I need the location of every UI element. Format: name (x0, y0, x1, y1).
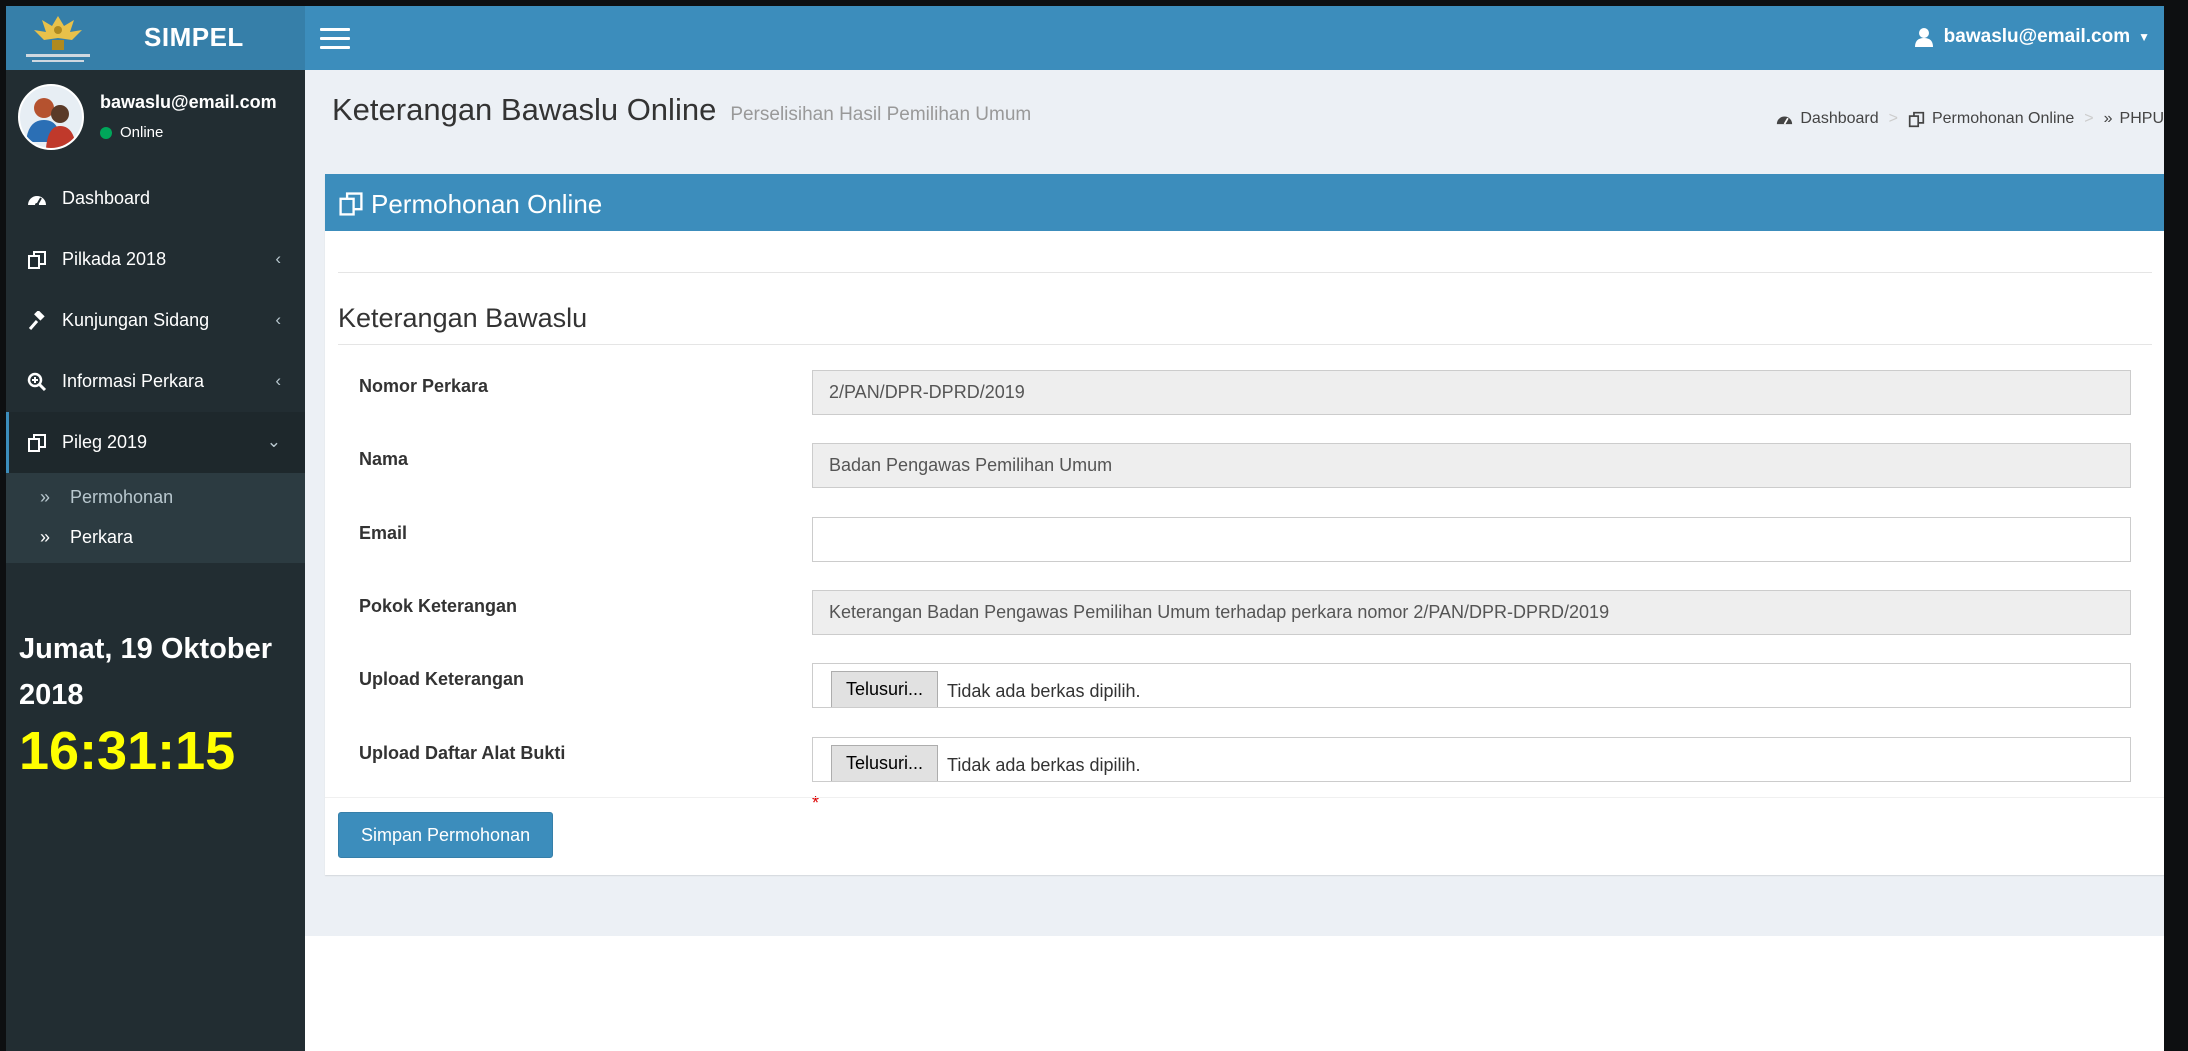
breadcrumb-separator: > (2084, 110, 2094, 127)
upload-bukti-field: Telusuri... Tidak ada berkas dipilih. (812, 737, 2131, 782)
sidebar-item-label: Informasi Perkara (62, 371, 205, 391)
nomor-perkara-field[interactable]: 2/PAN/DPR-DPRD/2019 (812, 370, 2131, 415)
file-status: Tidak ada berkas dipilih. (947, 681, 1141, 701)
sidebar-item-dashboard[interactable]: Dashboard (6, 168, 305, 229)
upload-keterangan-label: Upload Keterangan (359, 669, 525, 689)
chevron-left-icon: ‹ (275, 249, 281, 268)
submenu-item-label: Permohonan (70, 486, 174, 507)
pokok-keterangan-label: Pokok Keterangan (359, 596, 518, 616)
user-panel: bawaslu@email.com Online (6, 70, 305, 168)
box-title: Permohonan Online (371, 188, 603, 219)
sidebar: bawaslu@email.com Online Dashboard Pilka… (6, 70, 305, 1051)
pileg-submenu: » Permohonan » Perkara (6, 473, 305, 563)
box-footer: Simpan Permohonan (325, 797, 2164, 858)
user-menu-label: bawaslu@email.com (1943, 26, 2131, 47)
user-icon (1914, 28, 1933, 47)
current-date: Jumat, 19 Oktober 2018 (19, 633, 273, 711)
sidebar-item-informasi-perkara[interactable]: Informasi Perkara ‹ (6, 351, 305, 412)
breadcrumb-permohonan-online[interactable]: Permohonan Online (1908, 110, 2074, 128)
form-row-nama: Nama Badan Pengawas Pemilihan Umum (359, 443, 2131, 491)
breadcrumb: Dashboard > Permohonan Online > » PHPU (1776, 110, 2164, 128)
upload-keterangan-field: Telusuri... Tidak ada berkas dipilih. (812, 663, 2131, 708)
browse-button[interactable]: Telusuri... (831, 745, 939, 781)
pokok-keterangan-field[interactable]: Keterangan Badan Pengawas Pemilihan Umum… (812, 590, 2131, 635)
user-status: Online (100, 124, 163, 141)
double-chevron-right-icon: » (2103, 110, 2113, 127)
top-navbar: bawaslu@email.com ▼ (305, 6, 2164, 70)
sidebar-item-label: Pilkada 2018 (62, 249, 167, 269)
page-title: Keterangan Bawaslu Online (332, 92, 717, 127)
breadcrumb-separator: > (1888, 110, 1898, 127)
current-time: 16:31:15 (19, 721, 236, 781)
double-chevron-right-icon: » (40, 526, 51, 547)
sidebar-item-label: Kunjungan Sidang (62, 310, 210, 330)
permohonan-box: Permohonan Online Keterangan Bawaslu Nom… (325, 174, 2164, 875)
search-plus-icon (26, 372, 48, 392)
sidebar-user-email: bawaslu@email.com (100, 92, 277, 112)
sidebar-item-pileg-2019[interactable]: Pileg 2019 ⌄ (6, 412, 305, 473)
submenu-item-permohonan[interactable]: » Permohonan (6, 477, 305, 517)
sidebar-item-pilkada-2018[interactable]: Pilkada 2018 ‹ (6, 229, 305, 290)
form-row-email: Email (359, 517, 2131, 565)
dashboard-icon (1777, 116, 1793, 125)
breadcrumb-phpu: » PHPU (2104, 110, 2164, 128)
form-row-pokok-keterangan: Pokok Keterangan Keterangan Badan Pengaw… (359, 590, 2131, 638)
online-status-dot (100, 126, 112, 139)
documents-icon (26, 250, 48, 270)
documents-icon (338, 191, 364, 217)
nomor-perkara-label: Nomor Perkara (359, 376, 489, 396)
submit-button[interactable]: Simpan Permohonan (338, 812, 554, 858)
email-field[interactable] (812, 517, 2131, 562)
dashboard-icon (26, 191, 48, 207)
sidebar-item-label: Dashboard (62, 188, 151, 208)
garuda-emblem-icon (26, 16, 90, 62)
breadcrumb-label: PHPU (2119, 110, 2164, 127)
app-name: SIMPEL (144, 22, 244, 52)
divider (338, 272, 2152, 273)
user-status-label: Online (120, 124, 164, 141)
user-menu[interactable]: bawaslu@email.com ▼ (1914, 26, 2150, 48)
form-row-upload-bukti: Upload Daftar Alat Bukti Telusuri... Tid… (359, 737, 2131, 785)
box-header: Permohonan Online (325, 177, 2164, 231)
sidebar-item-label: Pileg 2019 (62, 432, 148, 452)
form-legend: Keterangan Bawaslu (338, 303, 2152, 345)
hamburger-menu-icon[interactable] (320, 28, 350, 50)
chevron-down-icon: ⌄ (266, 432, 281, 451)
chevron-left-icon: ‹ (275, 371, 281, 390)
documents-icon (1908, 111, 1925, 127)
file-status: Tidak ada berkas dipilih. (947, 755, 1141, 775)
documents-icon (26, 433, 48, 453)
browse-button[interactable]: Telusuri... (831, 671, 939, 707)
content-footer-area (305, 936, 2164, 1051)
content-header: Keterangan Bawaslu Online Perselisihan H… (332, 92, 1031, 128)
email-label: Email (359, 523, 408, 543)
main-content: Keterangan Bawaslu Online Perselisihan H… (305, 70, 2164, 1051)
breadcrumb-label: Permohonan Online (1931, 110, 2075, 127)
sidebar-item-kunjungan-sidang[interactable]: Kunjungan Sidang ‹ (6, 290, 305, 351)
app-window: SIMPEL bawaslu@email.com ▼ bawaslu@email… (6, 6, 2164, 1051)
submenu-item-perkara[interactable]: » Perkara (6, 517, 305, 557)
page-subtitle: Perselisihan Hasil Pemilihan Umum (730, 104, 1032, 125)
users-avatar-icon (26, 98, 76, 148)
double-chevron-right-icon: » (40, 486, 51, 507)
caret-down-icon: ▼ (2138, 30, 2150, 44)
avatar (18, 84, 84, 150)
upload-bukti-label: Upload Daftar Alat Bukti (359, 743, 566, 763)
gavel-icon (26, 310, 48, 331)
form-row-nomor-perkara: Nomor Perkara 2/PAN/DPR-DPRD/2019 (359, 370, 2131, 418)
chevron-left-icon: ‹ (275, 310, 281, 329)
sidebar-menu: Dashboard Pilkada 2018 ‹ Kunjungan Sidan… (6, 168, 305, 563)
nama-label: Nama (359, 449, 409, 469)
logo-area[interactable]: SIMPEL (6, 6, 305, 70)
nama-field[interactable]: Badan Pengawas Pemilihan Umum (812, 443, 2131, 488)
breadcrumb-dashboard[interactable]: Dashboard (1776, 110, 1879, 128)
submenu-item-label: Perkara (70, 526, 134, 547)
breadcrumb-label: Dashboard (1800, 110, 1879, 127)
form-row-upload-keterangan: Upload Keterangan Telusuri... Tidak ada … (359, 663, 2131, 711)
